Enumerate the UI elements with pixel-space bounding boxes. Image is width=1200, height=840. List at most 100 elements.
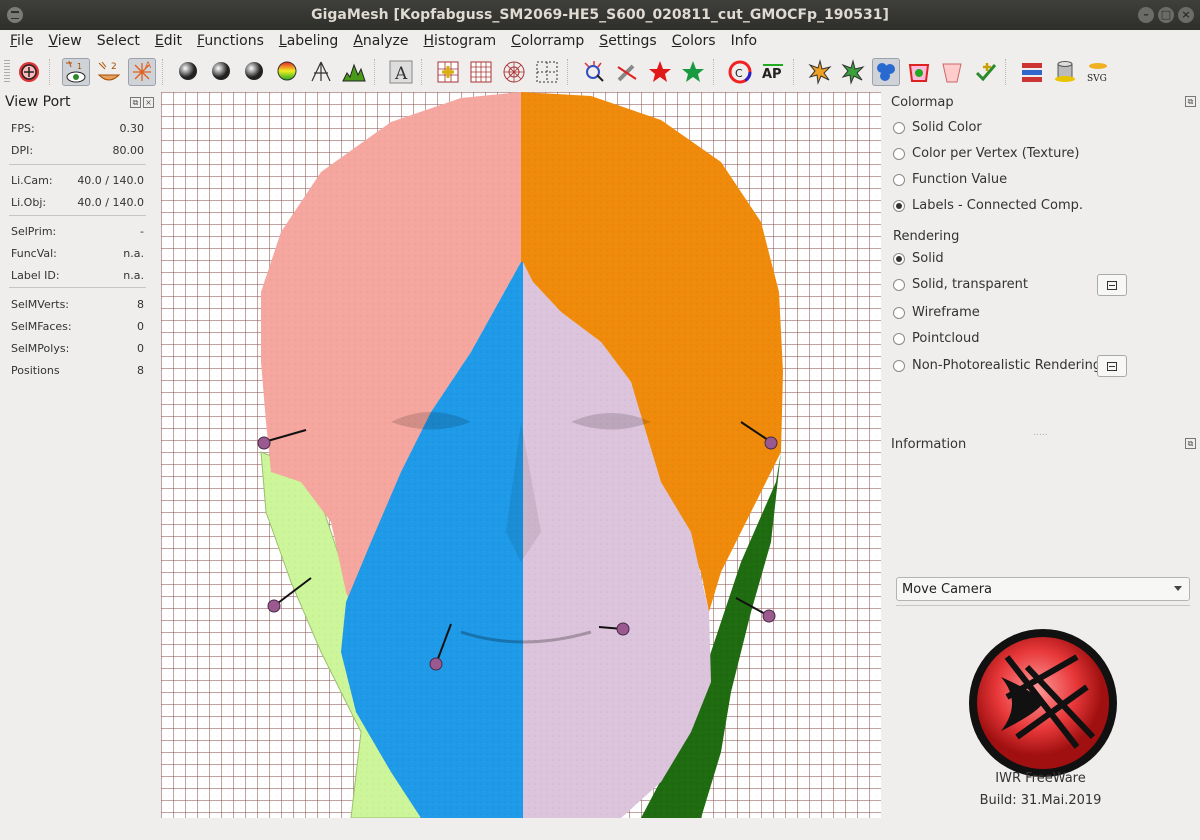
- sphere-d-icon[interactable]: [208, 58, 236, 86]
- show-ui-icon[interactable]: 2: [95, 58, 123, 86]
- menu-select[interactable]: Select: [92, 33, 145, 49]
- radio-button-icon[interactable]: [893, 173, 905, 186]
- gigamesh-logo-icon[interactable]: [15, 58, 43, 86]
- build-date: Build: 31.Mai.2019: [979, 793, 1102, 808]
- 3d-viewport[interactable]: [161, 92, 881, 818]
- layers-icon[interactable]: [1018, 58, 1046, 86]
- menu-analyze[interactable]: Analyze: [348, 33, 413, 49]
- radio-label: Solid: [912, 251, 944, 266]
- menu-edit[interactable]: Edit: [150, 33, 187, 49]
- polar-grid-icon[interactable]: [500, 58, 528, 86]
- blobs-icon[interactable]: [872, 58, 900, 86]
- color-wheel-icon[interactable]: C: [726, 58, 754, 86]
- axes-icon[interactable]: A: [128, 58, 156, 86]
- radio-button-icon[interactable]: [893, 147, 905, 160]
- ap-icon[interactable]: AP: [759, 58, 787, 86]
- radio-label: Labels - Connected Comp.: [912, 198, 1084, 213]
- font-icon[interactable]: A: [387, 58, 415, 86]
- radio-label: Function Value: [912, 172, 1008, 187]
- menu-bar: File View Select Edit Functions Labeling Analy…: [0, 30, 1200, 52]
- red-star-icon[interactable]: [646, 58, 674, 86]
- select-grid-icon[interactable]: [533, 58, 561, 86]
- window-menu-icon[interactable]: [7, 7, 23, 23]
- green-burst-icon[interactable]: [839, 58, 867, 86]
- menu-info[interactable]: Info: [726, 33, 763, 49]
- radio-button-icon[interactable]: [893, 306, 905, 319]
- show-eye-icon[interactable]: 1: [62, 58, 90, 86]
- menu-histogram[interactable]: Histogram: [418, 33, 501, 49]
- float-panel-icon[interactable]: ⧉: [130, 97, 141, 108]
- maximize-icon[interactable]: □: [1158, 7, 1174, 23]
- menu-file[interactable]: File: [5, 33, 38, 49]
- stat-value: 0.30: [119, 122, 145, 135]
- radio-label: Wireframe: [912, 305, 980, 320]
- svg-text:C: C: [735, 67, 743, 80]
- float-panel-icon[interactable]: ⧉: [1185, 96, 1196, 107]
- menu-colorramp[interactable]: Colorramp: [506, 33, 589, 49]
- radio-button-icon[interactable]: [893, 332, 905, 345]
- menu-labeling[interactable]: Labeling: [274, 33, 343, 49]
- rendering-option-solid[interactable]: Solid: [893, 251, 944, 266]
- float-panel-icon[interactable]: ⧉: [1185, 438, 1196, 449]
- colormap-option-solid-color[interactable]: Solid Color: [893, 120, 982, 135]
- rendering-title: Rendering: [893, 229, 960, 244]
- viewport-stat-row: SelMPolys: 0: [11, 342, 144, 355]
- sphere-a-icon[interactable]: [274, 58, 302, 86]
- burst-icon[interactable]: [806, 58, 834, 86]
- close-panel-icon[interactable]: ×: [143, 97, 154, 108]
- colormap-option-function-value[interactable]: Function Value: [893, 172, 1007, 187]
- toolbar-separator: [421, 59, 423, 85]
- menu-settings[interactable]: Settings: [594, 33, 661, 49]
- rendering-option-pointcloud[interactable]: Pointcloud: [893, 331, 979, 346]
- grid-icon[interactable]: [467, 58, 495, 86]
- rendering-option-wireframe[interactable]: Wireframe: [893, 305, 980, 320]
- mode-select[interactable]: Move Camera: [896, 577, 1190, 601]
- grid-add-icon[interactable]: [434, 58, 462, 86]
- toolbar-grip[interactable]: [4, 60, 10, 84]
- radio-label: Non-Photorealistic Rendering: [912, 358, 1102, 373]
- colormap-option-labels-connected-comp[interactable]: Labels - Connected Comp.: [893, 198, 1083, 213]
- sparkle-icon[interactable]: [580, 58, 608, 86]
- mesh-render[interactable]: [161, 92, 881, 818]
- radio-button-icon[interactable]: [893, 199, 905, 212]
- minimize-icon[interactable]: –: [1138, 7, 1154, 23]
- cylinder-icon[interactable]: [1051, 58, 1079, 86]
- rendering-option-solid-transparent[interactable]: Solid, transparent: [893, 277, 1028, 292]
- information-title: Information: [891, 437, 967, 452]
- no-pen-icon[interactable]: [613, 58, 641, 86]
- stat-label: SelMFaces:: [11, 320, 72, 333]
- svg-text:A: A: [394, 64, 408, 84]
- stat-label: FPS:: [11, 122, 35, 135]
- menu-view[interactable]: View: [43, 33, 86, 49]
- bucket-icon[interactable]: [938, 58, 966, 86]
- npr-settings-button[interactable]: [1097, 355, 1127, 377]
- green-star-icon[interactable]: [679, 58, 707, 86]
- info-panel-buttons: ⧉: [1185, 438, 1196, 449]
- stat-value: 80.00: [112, 144, 145, 157]
- check-plus-icon[interactable]: [971, 58, 999, 86]
- menu-functions[interactable]: Functions: [192, 33, 269, 49]
- light-icon[interactable]: [307, 58, 335, 86]
- histogram-icon[interactable]: [340, 58, 368, 86]
- radio-button-icon[interactable]: [893, 121, 905, 134]
- transparency-settings-button[interactable]: [1097, 274, 1127, 296]
- radio-button-icon[interactable]: [893, 252, 905, 265]
- svg-text:1: 1: [77, 62, 82, 71]
- red-stamp-icon[interactable]: [905, 58, 933, 86]
- panel-buttons: ⧉ ×: [130, 97, 154, 108]
- sphere-m-icon[interactable]: [175, 58, 203, 86]
- svg-icon[interactable]: SVG: [1084, 58, 1112, 86]
- colormap-option-color-per-vertex-texture[interactable]: Color per Vertex (Texture): [893, 146, 1079, 161]
- stat-label: SelMVerts:: [11, 298, 70, 311]
- toolbar-separator: [793, 59, 795, 85]
- ap-label: AP: [762, 67, 782, 82]
- close-icon[interactable]: ×: [1178, 7, 1194, 23]
- sphere-s-icon[interactable]: [241, 58, 269, 86]
- branding-name: IWR FreeWare: [995, 771, 1086, 786]
- radio-button-icon[interactable]: [893, 359, 905, 372]
- menu-colors[interactable]: Colors: [667, 33, 721, 49]
- rendering-option-non-photorealistic-rendering[interactable]: Non-Photorealistic Rendering: [893, 358, 1101, 373]
- toolbar-separator: [162, 59, 164, 85]
- radio-button-icon[interactable]: [893, 278, 905, 291]
- viewport-stat-row: SelMFaces: 0: [11, 320, 144, 333]
